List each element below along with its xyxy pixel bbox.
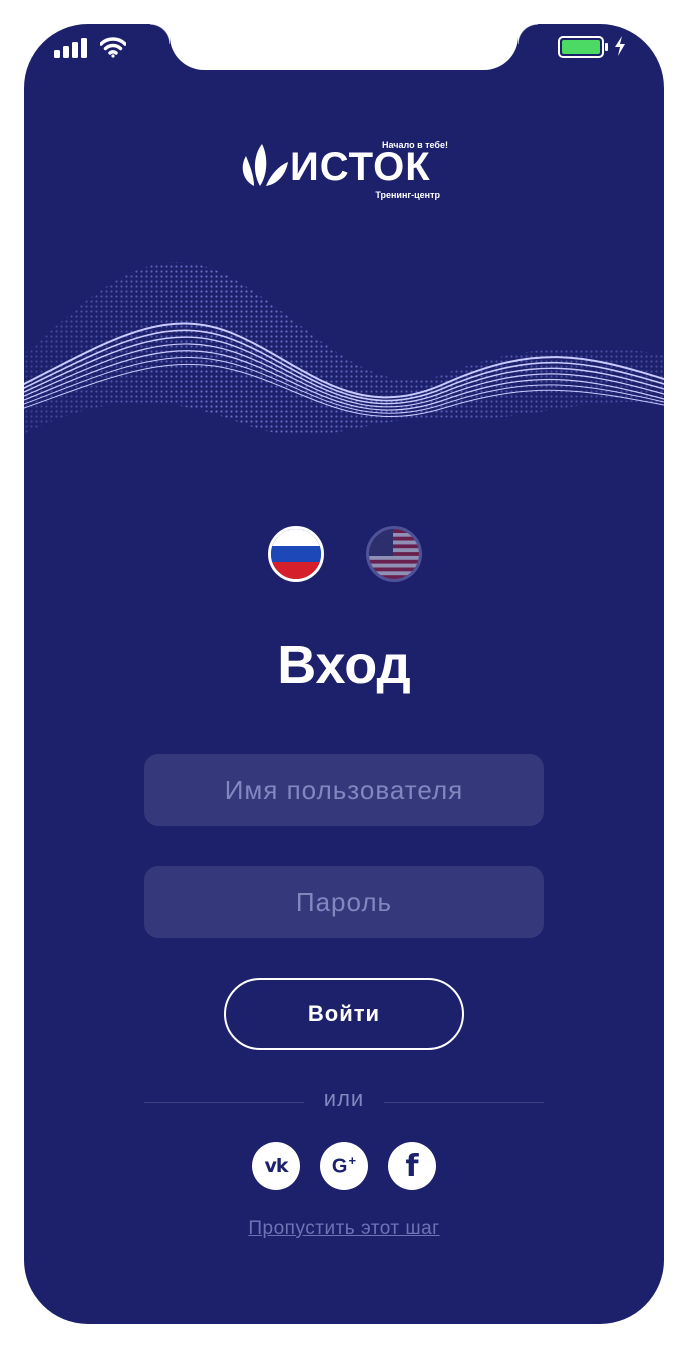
- language-russian-button[interactable]: [268, 526, 324, 582]
- brand-name: ИСТОК: [290, 145, 431, 189]
- facebook-icon: f: [405, 1148, 419, 1184]
- device-notch: [150, 24, 538, 70]
- vk-login-button[interactable]: vk: [252, 1142, 300, 1190]
- password-input[interactable]: [144, 866, 544, 938]
- divider-left: [144, 1102, 304, 1103]
- wifi-icon: [100, 37, 126, 58]
- leaf-petals-icon: [242, 144, 288, 186]
- username-input[interactable]: [144, 754, 544, 826]
- skip-step-link[interactable]: Пропустить этот шаг: [24, 1218, 664, 1240]
- vk-icon: vk: [264, 1155, 288, 1177]
- cellular-signal-icon: [54, 38, 87, 58]
- google-plus-icon: G+: [331, 1153, 357, 1178]
- app-screen: ИСТОК Начало в тебе! Тренинг-центр Вход …: [24, 24, 664, 1324]
- page-title: Вход: [277, 635, 411, 695]
- charging-bolt-icon: [615, 36, 625, 56]
- decorative-wave-graphic: [24, 262, 664, 436]
- brand-subtitle: Тренинг-центр: [375, 190, 440, 200]
- battery-full-icon: [558, 36, 608, 58]
- divider-right: [384, 1102, 544, 1103]
- usa-flag-icon: [369, 529, 419, 579]
- brand-logo: ИСТОК Начало в тебе! Тренинг-центр: [238, 136, 450, 206]
- or-separator-label: или: [323, 1086, 365, 1111]
- facebook-login-button[interactable]: f: [388, 1142, 436, 1190]
- brand-tagline: Начало в тебе!: [382, 140, 448, 150]
- login-button[interactable]: Войти: [224, 978, 464, 1050]
- language-english-button[interactable]: [366, 526, 422, 582]
- google-plus-login-button[interactable]: G+: [320, 1142, 368, 1190]
